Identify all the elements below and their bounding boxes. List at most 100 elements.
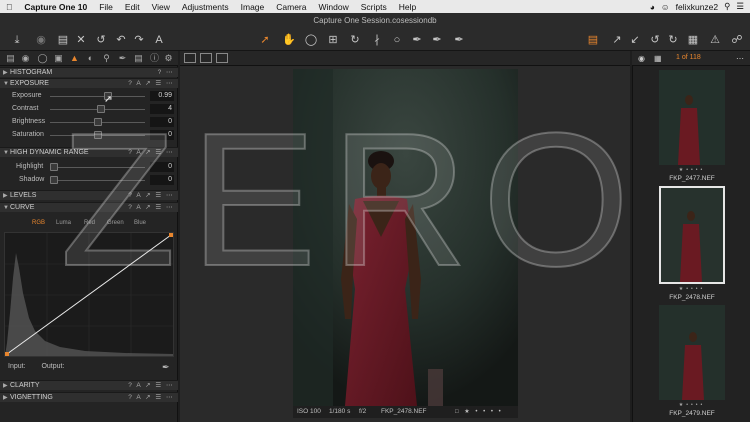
panel-controls[interactable]: ? A ↗ ☰ ⋯ [128,393,174,403]
thumbnail-image[interactable] [659,305,725,400]
color-picker-icon[interactable]: ✒ [452,33,466,47]
multi-view-icon[interactable] [200,53,212,63]
slider-value[interactable]: 0 [150,117,174,127]
folder-icon[interactable]: ▤ [56,33,70,47]
tab-library-icon[interactable]: ▤ [5,53,16,64]
tab-adjustments-icon[interactable]: ✒ [117,53,128,64]
curve-tab-blue[interactable]: Blue [134,220,146,226]
panel-controls[interactable]: ? A ↗ ☰ ⋯ [128,203,174,213]
slider-handle[interactable] [50,163,58,171]
rotate-right-icon[interactable]: ↻ [666,33,680,47]
apply-adjustments-icon[interactable]: ↙ [628,33,642,47]
hdr-header[interactable]: ▼ HIGH DYNAMIC RANGE ? A ↗ ☰ ⋯ [0,147,178,157]
panel-controls[interactable]: ? A ↗ ☰ ⋯ [128,191,174,201]
search-icon[interactable]: ⚲ [724,1,730,12]
slider-handle[interactable] [94,118,102,126]
menu-file[interactable]: File [93,2,119,12]
tab-composition-icon[interactable]: ▣ [53,53,64,64]
expand-triangle-icon[interactable]: ▶ [3,191,8,201]
slider-value[interactable]: 0 [150,130,174,140]
curve-point-white[interactable] [169,233,173,237]
slider-value[interactable]: 0.99 [150,91,174,101]
tab-settings-icon[interactable]: ⚙ [163,53,174,64]
menu-window[interactable]: Window [312,2,354,12]
wifi-icon[interactable]: ◕ [650,2,655,12]
tab-metadata-icon[interactable]: ▤ [133,53,144,64]
curve-tab-green[interactable]: Green [107,220,124,226]
keystone-icon[interactable]: ∤ [370,33,384,47]
warning-icon[interactable]: ⚠ [708,33,722,47]
apple-icon[interactable]:  [0,2,18,12]
thumbnail-image[interactable] [659,70,725,165]
tab-color-icon[interactable]: ▲ [69,53,80,64]
collapse-triangle-icon[interactable]: ▼ [3,148,9,158]
curve-tab-red[interactable]: Red [84,220,95,226]
text-annotation-icon[interactable]: A [152,33,166,47]
panel-controls[interactable]: ? A ↗ ☰ ⋯ [128,148,174,158]
slider-track[interactable] [50,180,145,181]
eye-icon[interactable]: ◉ [638,54,645,63]
pan-icon[interactable]: ✋ [282,33,296,47]
tab-details-icon[interactable]: ⚲ [101,53,112,64]
main-photo[interactable] [293,69,518,406]
menu-help[interactable]: Help [393,2,422,12]
exposure-header[interactable]: ▼ EXPOSURE ? A ↗ ☰ ⋯ [0,78,178,88]
user-icon[interactable]: ☺ [661,2,670,12]
tab-lens-icon[interactable]: ◯ [37,53,48,64]
eraser-icon[interactable]: ✒ [430,33,444,47]
grid-icon[interactable]: ▦ [686,33,700,47]
curve-tab-rgb[interactable]: RGB [32,220,45,226]
panel-controls[interactable]: ? A ↗ ☰ ⋯ [128,79,174,89]
browser-menu-icon[interactable]: ⋯ [736,54,744,63]
menu-username[interactable]: felixkunze2 [676,2,719,12]
thumbnail-rating[interactable]: ★•••• [659,402,725,408]
spot-removal-icon[interactable]: ○ [390,33,404,47]
slider-track[interactable] [50,167,145,168]
thumbnail-rating[interactable]: ★•••• [659,167,725,173]
collapse-triangle-icon[interactable]: ▼ [3,203,9,213]
grid-view-icon[interactable] [216,53,228,63]
menu-app-name[interactable]: Capture One 10 [18,2,93,12]
levels-header[interactable]: ▶ LEVELS ? A ↗ ☰ ⋯ [0,190,178,200]
browser-grid-icon[interactable]: ▦ [654,54,662,63]
tab-info-icon[interactable]: ⓘ [149,53,160,64]
delete-icon[interactable]: ✕ [74,33,88,47]
redo-icon[interactable]: ↷ [132,33,146,47]
undo-icon[interactable]: ↶ [114,33,128,47]
expand-triangle-icon[interactable]: ▶ [3,68,8,78]
menu-image[interactable]: Image [235,2,271,12]
menu-edit[interactable]: Edit [119,2,146,12]
menu-camera[interactable]: Camera [270,2,312,12]
thumbnail-image[interactable] [659,186,725,284]
rating-stars[interactable]: □ ★ • • • • [455,408,503,415]
rotate-left-icon[interactable]: ↺ [648,33,662,47]
camera-icon[interactable]: ◉ [34,33,48,47]
collapse-triangle-icon[interactable]: ▼ [3,79,9,89]
expand-triangle-icon[interactable]: ▶ [3,393,8,403]
curve-graph[interactable] [5,233,173,356]
menu-list-icon[interactable]: ☰ [736,1,744,12]
single-view-icon[interactable] [184,53,196,63]
panel-controls[interactable]: ? ⋯ [158,68,174,78]
curve-picker-icon[interactable]: ✒ [162,362,170,373]
curve-point-black[interactable] [5,352,9,356]
tab-capture-icon[interactable]: ◉ [20,53,31,64]
reset-icon[interactable]: ↺ [94,33,108,47]
vignetting-header[interactable]: ▶ VIGNETTING ? A ↗ ☰ ⋯ [0,392,178,402]
slider-handle[interactable] [94,131,102,139]
slider-track[interactable] [50,96,145,97]
crop-icon[interactable]: ⊞ [326,33,340,47]
slider-value[interactable]: 0 [150,162,174,172]
import-icon[interactable]: ⤓ [10,33,24,47]
slider-value[interactable]: 4 [150,104,174,114]
menu-view[interactable]: View [146,2,176,12]
slider-handle[interactable] [97,105,105,113]
curve-header[interactable]: ▼ CURVE ? A ↗ ☰ ⋯ [0,202,178,212]
curve-tab-luma[interactable]: Luma [56,220,71,226]
brush-icon[interactable]: ✒ [410,33,424,47]
copy-adjustments-icon[interactable]: ↗ [610,33,624,47]
slider-value[interactable]: 0 [150,175,174,185]
slider-handle[interactable] [50,176,58,184]
histogram-header[interactable]: ▶ HISTOGRAM ? ⋯ [0,67,178,77]
loupe-icon[interactable]: ◯ [304,33,318,47]
